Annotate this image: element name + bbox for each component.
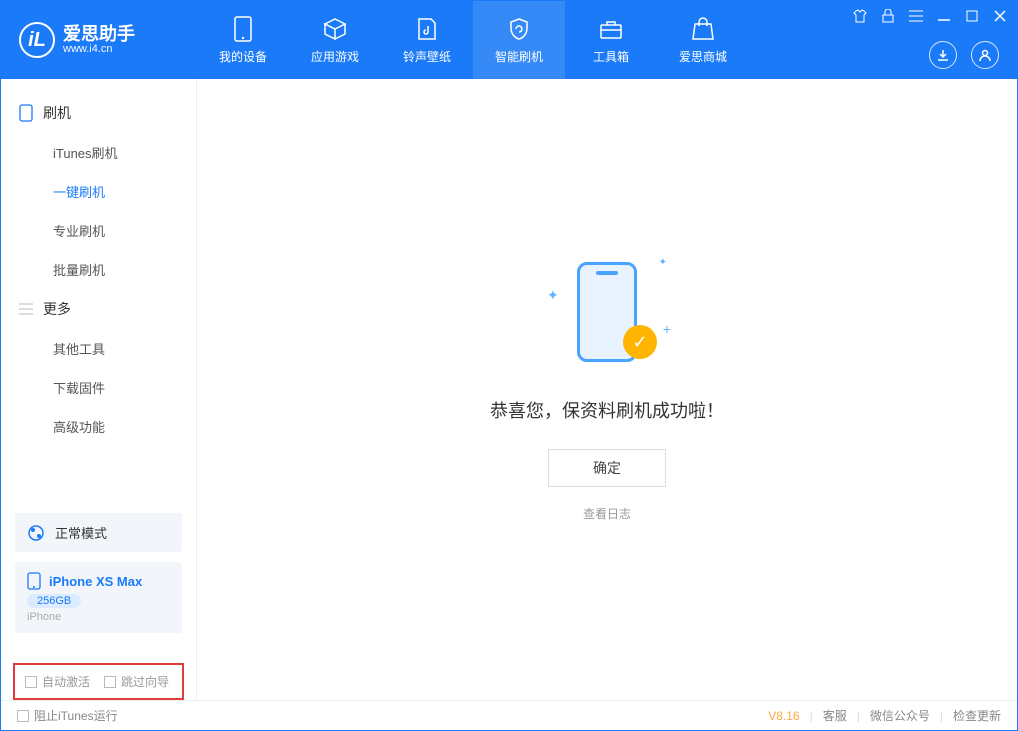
tshirt-icon[interactable]: [853, 9, 867, 23]
check-badge-icon: ✓: [623, 325, 657, 359]
device-name: iPhone XS Max: [49, 574, 142, 589]
sidebar-item-oneclick-flash[interactable]: 一键刷机: [1, 172, 196, 211]
device-card[interactable]: iPhone XS Max 256GB iPhone: [15, 562, 182, 633]
sparkle-icon: ✦: [659, 257, 667, 268]
bag-icon: [690, 16, 716, 42]
titlebar-controls: [853, 9, 1007, 23]
minimize-button[interactable]: [937, 9, 951, 23]
main-content: ✦ ✦ + ✓ 恭喜您，保资料刷机成功啦！ 确定 查看日志: [197, 79, 1017, 700]
device-storage-badge: 256GB: [27, 594, 81, 608]
user-button[interactable]: [971, 41, 999, 69]
sidebar-group-more: 更多: [1, 289, 196, 329]
sidebar-item-download-firmware[interactable]: 下载固件: [1, 368, 196, 407]
device-type: iPhone: [27, 611, 170, 623]
sidebar-group-flash: 刷机: [1, 93, 196, 133]
sidebar-item-advanced[interactable]: 高级功能: [1, 407, 196, 446]
sidebar-item-itunes-flash[interactable]: iTunes刷机: [1, 133, 196, 172]
nav-store[interactable]: 爱思商城: [657, 1, 749, 79]
mode-card[interactable]: 正常模式: [15, 513, 182, 552]
checkbox-auto-activate[interactable]: 自动激活: [25, 673, 90, 690]
footer-update-link[interactable]: 检查更新: [953, 707, 1001, 724]
ok-button[interactable]: 确定: [548, 449, 666, 487]
music-file-icon: [414, 16, 440, 42]
version-label: V8.16: [768, 709, 799, 723]
download-button[interactable]: [929, 41, 957, 69]
device-icon: [27, 572, 41, 590]
sidebar-item-batch-flash[interactable]: 批量刷机: [1, 250, 196, 289]
view-log-link[interactable]: 查看日志: [583, 505, 631, 522]
app-subtitle: www.i4.cn: [63, 43, 135, 55]
footer-support-link[interactable]: 客服: [823, 707, 847, 724]
lock-icon[interactable]: [881, 9, 895, 23]
phone-outline-icon: [19, 104, 33, 122]
sidebar-item-pro-flash[interactable]: 专业刷机: [1, 211, 196, 250]
nav-smart-flash[interactable]: 智能刷机: [473, 1, 565, 79]
phone-icon: [230, 16, 256, 42]
header: iL 爱思助手 www.i4.cn 我的设备 应用游戏 铃声壁纸 智能刷机 工具…: [1, 1, 1017, 79]
close-button[interactable]: [993, 9, 1007, 23]
sidebar-item-other-tools[interactable]: 其他工具: [1, 329, 196, 368]
checkbox-skip-guide[interactable]: 跳过向导: [104, 673, 169, 690]
sidebar: 刷机 iTunes刷机 一键刷机 专业刷机 批量刷机 更多 其他工具 下载固件 …: [1, 79, 197, 700]
nav-toolbox[interactable]: 工具箱: [565, 1, 657, 79]
list-icon: [19, 303, 33, 315]
sparkle-icon: +: [663, 321, 671, 337]
cube-icon: [322, 16, 348, 42]
footer-wechat-link[interactable]: 微信公众号: [870, 707, 930, 724]
footer: 阻止iTunes运行 V8.16 | 客服 | 微信公众号 | 检查更新: [1, 700, 1017, 730]
maximize-button[interactable]: [965, 9, 979, 23]
app-title: 爱思助手: [63, 25, 135, 43]
header-right-actions: [929, 41, 999, 69]
shield-refresh-icon: [506, 16, 532, 42]
toolbox-icon: [598, 16, 624, 42]
menu-icon[interactable]: [909, 9, 923, 23]
mode-icon: [27, 524, 45, 542]
nav-apps-games[interactable]: 应用游戏: [289, 1, 381, 79]
nav-my-device[interactable]: 我的设备: [197, 1, 289, 79]
sparkle-icon: ✦: [547, 287, 559, 304]
success-illustration: ✦ ✦ + ✓: [547, 257, 667, 377]
logo[interactable]: iL 爱思助手 www.i4.cn: [1, 22, 197, 58]
success-message: 恭喜您，保资料刷机成功啦！: [490, 397, 724, 423]
nav: 我的设备 应用游戏 铃声壁纸 智能刷机 工具箱 爱思商城: [197, 1, 749, 79]
mode-label: 正常模式: [55, 523, 107, 542]
nav-ringtones[interactable]: 铃声壁纸: [381, 1, 473, 79]
logo-icon: iL: [19, 22, 55, 58]
highlighted-options: 自动激活 跳过向导: [13, 663, 184, 700]
checkbox-block-itunes[interactable]: 阻止iTunes运行: [17, 707, 118, 724]
